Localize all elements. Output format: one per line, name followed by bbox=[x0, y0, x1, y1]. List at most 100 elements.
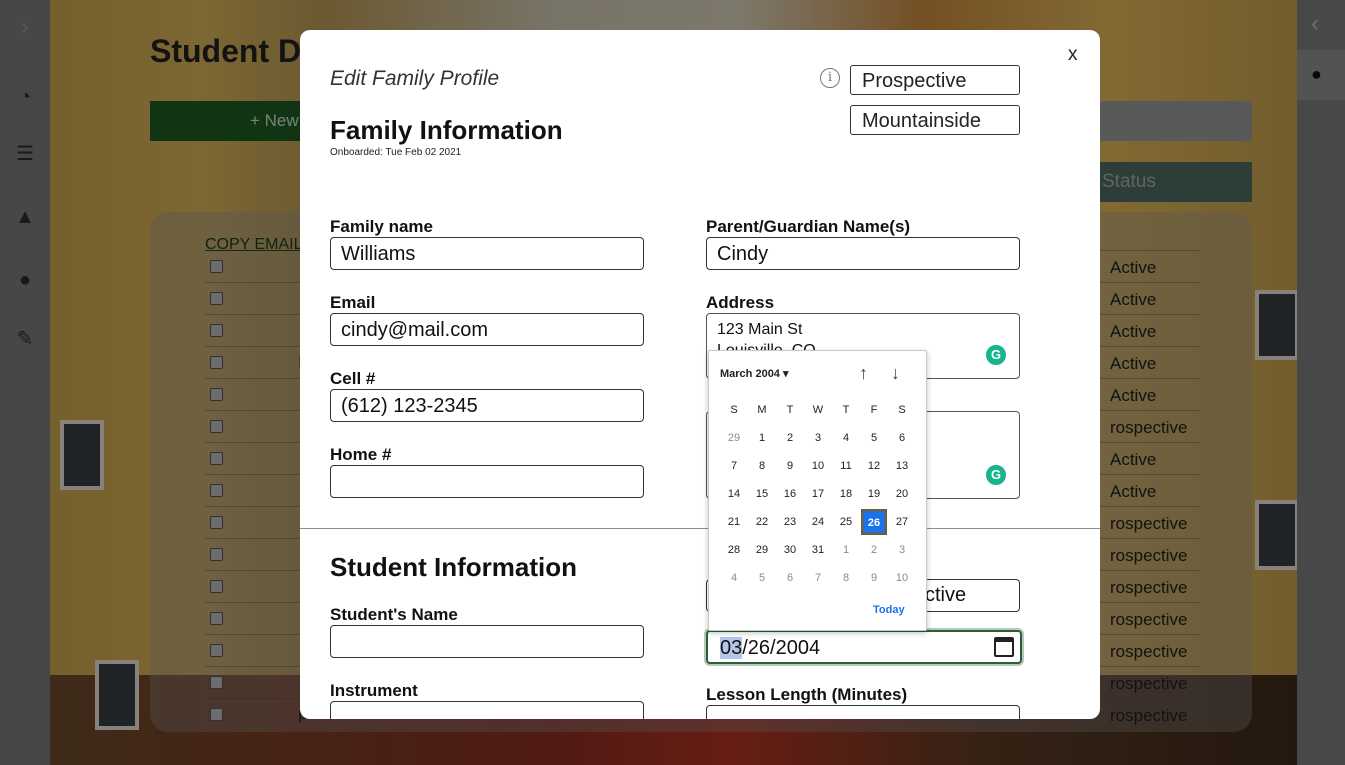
calendar-day-number: 14 bbox=[727, 488, 741, 500]
calendar-day[interactable]: 21 bbox=[720, 508, 748, 536]
previous-month-arrow-icon[interactable]: ↑ bbox=[859, 363, 868, 384]
email-label: Email bbox=[330, 293, 376, 312]
calendar-day[interactable]: 15 bbox=[748, 480, 776, 508]
calendar-day-number: 7 bbox=[814, 572, 822, 584]
calendar-day[interactable]: 30 bbox=[776, 536, 804, 564]
calendar-day[interactable]: 10 bbox=[804, 452, 832, 480]
calendar-day-number: 29 bbox=[755, 544, 769, 556]
home-phone-input[interactable] bbox=[330, 465, 644, 498]
cell-input[interactable]: (612) 123-2345 bbox=[330, 389, 644, 422]
calendar-day[interactable]: 6 bbox=[888, 424, 916, 452]
calendar-day-number: 5 bbox=[758, 572, 766, 584]
location-select[interactable]: Mountainside bbox=[850, 105, 1020, 135]
calendar-day[interactable]: 5 bbox=[860, 424, 888, 452]
month-year-selector[interactable]: March 2004 ▾ bbox=[720, 367, 789, 380]
weekday-header: W bbox=[812, 404, 824, 416]
calendar-day-number: 1 bbox=[842, 544, 850, 556]
calendar-day-number: 17 bbox=[811, 488, 825, 500]
calendar-day[interactable]: 2 bbox=[860, 536, 888, 564]
calendar-day[interactable]: 7 bbox=[720, 452, 748, 480]
birthdate-input[interactable]: 03/26/2004 bbox=[706, 630, 1022, 664]
section-divider bbox=[300, 528, 1100, 529]
instrument-label: Instrument bbox=[330, 681, 418, 700]
calendar-day[interactable]: 22 bbox=[748, 508, 776, 536]
calendar-day-number: 10 bbox=[811, 460, 825, 472]
family-name-input[interactable]: Williams bbox=[330, 237, 644, 270]
calendar-day[interactable]: 9 bbox=[776, 452, 804, 480]
calendar-day-number: 24 bbox=[811, 516, 825, 528]
parent-name-input[interactable]: Cindy bbox=[706, 237, 1020, 270]
calendar-day-number: 5 bbox=[870, 432, 878, 444]
family-status-select[interactable]: Prospective bbox=[850, 65, 1020, 95]
calendar-day[interactable]: 10 bbox=[888, 564, 916, 592]
student-name-input[interactable] bbox=[330, 625, 644, 658]
calendar-grid: SMTWTFS 29 1 2 3 4 5 6 7 8 9 10 11 12 13 14 15 16 17 18 19 2… bbox=[720, 396, 916, 592]
parent-name-label: Parent/Guardian Name(s) bbox=[706, 217, 911, 236]
calendar-day-number: 18 bbox=[839, 488, 853, 500]
calendar-day[interactable]: 3 bbox=[804, 424, 832, 452]
calendar-day[interactable]: 6 bbox=[776, 564, 804, 592]
calendar-day[interactable]: 5 bbox=[748, 564, 776, 592]
email-input[interactable]: cindy@mail.com bbox=[330, 313, 644, 346]
address-label: Address bbox=[706, 293, 775, 312]
birthdate-month-segment[interactable]: 03 bbox=[720, 637, 743, 659]
calendar-day-number: 27 bbox=[895, 516, 909, 528]
calendar-day[interactable]: 2 bbox=[776, 424, 804, 452]
calendar-day[interactable]: 26 bbox=[860, 508, 888, 536]
dropdown-caret-icon: ▾ bbox=[783, 368, 789, 380]
calendar-day-number: 8 bbox=[758, 460, 766, 472]
grammarly-icon[interactable]: G bbox=[984, 463, 1008, 487]
calendar-day[interactable]: 1 bbox=[832, 536, 860, 564]
calendar-day-number: 1 bbox=[758, 432, 766, 444]
calendar-day[interactable]: 8 bbox=[832, 564, 860, 592]
close-button[interactable]: x bbox=[1068, 44, 1078, 66]
calendar-day[interactable]: 24 bbox=[804, 508, 832, 536]
weekday-header: T bbox=[842, 404, 850, 416]
calendar-icon[interactable] bbox=[994, 637, 1014, 657]
student-status-value: ctive bbox=[925, 584, 967, 606]
calendar-day[interactable]: 29 bbox=[748, 536, 776, 564]
calendar-day[interactable]: 25 bbox=[832, 508, 860, 536]
calendar-day[interactable]: 20 bbox=[888, 480, 916, 508]
student-name-label: Student's Name bbox=[330, 605, 458, 624]
calendar-day[interactable]: 27 bbox=[888, 508, 916, 536]
grammarly-icon[interactable]: G bbox=[984, 343, 1008, 367]
modal-heading: Edit Family Profile bbox=[330, 67, 500, 90]
calendar-day-number: 19 bbox=[867, 488, 881, 500]
calendar-day[interactable]: 28 bbox=[720, 536, 748, 564]
calendar-day[interactable]: 17 bbox=[804, 480, 832, 508]
calendar-day[interactable]: 18 bbox=[832, 480, 860, 508]
calendar-day[interactable]: 29 bbox=[720, 424, 748, 452]
calendar-day[interactable]: 1 bbox=[748, 424, 776, 452]
today-button[interactable]: Today bbox=[873, 604, 905, 616]
calendar-day[interactable]: 13 bbox=[888, 452, 916, 480]
calendar-day-number: 31 bbox=[811, 544, 825, 556]
instrument-input[interactable] bbox=[330, 701, 644, 719]
birthdate-day-year[interactable]: /26/2004 bbox=[742, 637, 820, 659]
calendar-day[interactable]: 16 bbox=[776, 480, 804, 508]
info-icon[interactable]: i bbox=[820, 68, 840, 88]
calendar-day[interactable]: 3 bbox=[888, 536, 916, 564]
calendar-day[interactable]: 8 bbox=[748, 452, 776, 480]
lesson-length-input[interactable] bbox=[706, 705, 1020, 719]
calendar-day-number: 6 bbox=[786, 572, 794, 584]
calendar-day-number: 4 bbox=[730, 572, 738, 584]
calendar-day[interactable]: 12 bbox=[860, 452, 888, 480]
calendar-day[interactable]: 4 bbox=[832, 424, 860, 452]
family-name-label: Family name bbox=[330, 217, 433, 236]
edit-family-modal: x Edit Family Profile i Prospective Moun… bbox=[300, 30, 1100, 719]
calendar-day[interactable]: 11 bbox=[832, 452, 860, 480]
calendar-day[interactable]: 23 bbox=[776, 508, 804, 536]
calendar-day[interactable]: 14 bbox=[720, 480, 748, 508]
month-year-label: March 2004 bbox=[720, 368, 780, 380]
calendar-day[interactable]: 31 bbox=[804, 536, 832, 564]
calendar-day[interactable]: 7 bbox=[804, 564, 832, 592]
calendar-day[interactable]: 9 bbox=[860, 564, 888, 592]
calendar-day-number: 6 bbox=[898, 432, 906, 444]
next-month-arrow-icon[interactable]: ↓ bbox=[891, 363, 900, 384]
calendar-day[interactable]: 4 bbox=[720, 564, 748, 592]
student-section-title: Student Information bbox=[330, 552, 577, 582]
calendar-day[interactable]: 19 bbox=[860, 480, 888, 508]
calendar-week: 29 1 2 3 4 5 6 bbox=[720, 424, 916, 452]
calendar-day-number: 10 bbox=[895, 572, 909, 584]
